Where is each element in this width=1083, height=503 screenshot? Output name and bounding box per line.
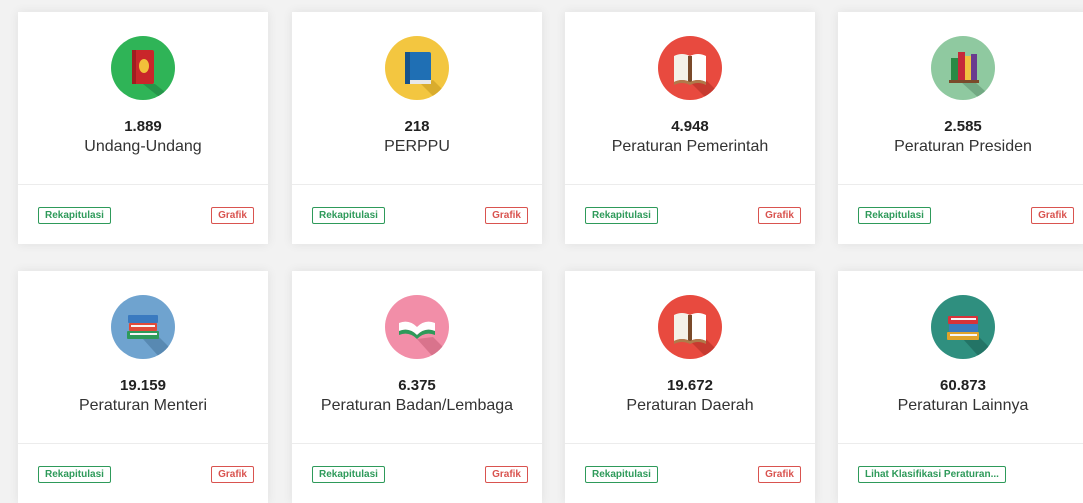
book-stack-icon [111,295,175,359]
rekapitulasi-button[interactable]: Rekapitulasi [858,207,931,224]
card-header: 4.948 Peraturan Pemerintah [565,12,815,185]
card-header: 19.159 Peraturan Menteri [18,271,268,444]
rekapitulasi-button[interactable]: Rekapitulasi [38,207,111,224]
card-perppu[interactable]: 218 PERPPU Rekapitulasi Grafik [292,12,542,244]
card-footer: Rekapitulasi Grafik [565,185,815,244]
grafik-button[interactable]: Grafik [758,207,801,224]
open-book-icon [658,36,722,100]
category-label: Peraturan Daerah [626,397,754,414]
rekapitulasi-button[interactable]: Rekapitulasi [585,207,658,224]
card-header: 6.375 Peraturan Badan/Lembaga [292,271,542,444]
card-footer: Rekapitulasi Grafik [18,185,268,244]
card-footer: Rekapitulasi Grafik [565,444,815,503]
grafik-button[interactable]: Grafik [1031,207,1074,224]
blue-book-icon [385,36,449,100]
count: 6.375 [398,377,436,394]
count: 19.159 [120,377,166,394]
grafik-button[interactable]: Grafik [211,207,254,224]
book-stack-icon [931,295,995,359]
card-header: 19.672 Peraturan Daerah [565,271,815,444]
category-label: Peraturan Lainnya [897,397,1029,414]
card-peraturan-pemerintah[interactable]: 4.948 Peraturan Pemerintah Rekapitulasi … [565,12,815,244]
category-label: Peraturan Badan/Lembaga [320,397,514,414]
card-header: 2.585 Peraturan Presiden [838,12,1083,185]
category-label: Peraturan Presiden [894,138,1032,155]
books-shelf-icon [931,36,995,100]
card-footer: Rekapitulasi Grafik [838,185,1083,244]
count: 4.948 [671,118,709,135]
card-header: 1.889 Undang-Undang [18,12,268,185]
grafik-button[interactable]: Grafik [485,207,528,224]
grafik-button[interactable]: Grafik [211,466,254,483]
card-peraturan-badan-lembaga[interactable]: 6.375 Peraturan Badan/Lembaga Rekapitula… [292,271,542,503]
rekapitulasi-button[interactable]: Rekapitulasi [38,466,111,483]
count: 19.672 [667,377,713,394]
card-undang-undang[interactable]: 1.889 Undang-Undang Rekapitulasi Grafik [18,12,268,244]
open-book-icon [385,295,449,359]
lihat-klasifikasi-button[interactable]: Lihat Klasifikasi Peraturan... [858,466,1006,483]
card-footer: Rekapitulasi Grafik [292,185,542,244]
count: 218 [404,118,430,135]
card-header: 218 PERPPU [292,12,542,185]
category-label: PERPPU [384,138,450,155]
red-book-icon [111,36,175,100]
count: 2.585 [944,118,982,135]
card-footer: Lihat Klasifikasi Peraturan... [838,444,1083,503]
card-peraturan-daerah[interactable]: 19.672 Peraturan Daerah Rekapitulasi Gra… [565,271,815,503]
card-peraturan-menteri[interactable]: 19.159 Peraturan Menteri Rekapitulasi Gr… [18,271,268,503]
card-header: 60.873 Peraturan Lainnya [838,271,1083,444]
category-label: Peraturan Menteri [78,397,208,414]
category-label: Undang-Undang [84,138,202,155]
rekapitulasi-button[interactable]: Rekapitulasi [312,466,385,483]
card-peraturan-lainnya[interactable]: 60.873 Peraturan Lainnya Lihat Klasifika… [838,271,1083,503]
open-book-icon [658,295,722,359]
grafik-button[interactable]: Grafik [485,466,528,483]
rekapitulasi-button[interactable]: Rekapitulasi [312,207,385,224]
count: 60.873 [940,377,986,394]
rekapitulasi-button[interactable]: Rekapitulasi [585,466,658,483]
card-footer: Rekapitulasi Grafik [18,444,268,503]
category-label: Peraturan Pemerintah [611,138,769,155]
card-peraturan-presiden[interactable]: 2.585 Peraturan Presiden Rekapitulasi Gr… [838,12,1083,244]
card-footer: Rekapitulasi Grafik [292,444,542,503]
count: 1.889 [124,118,162,135]
grafik-button[interactable]: Grafik [758,466,801,483]
